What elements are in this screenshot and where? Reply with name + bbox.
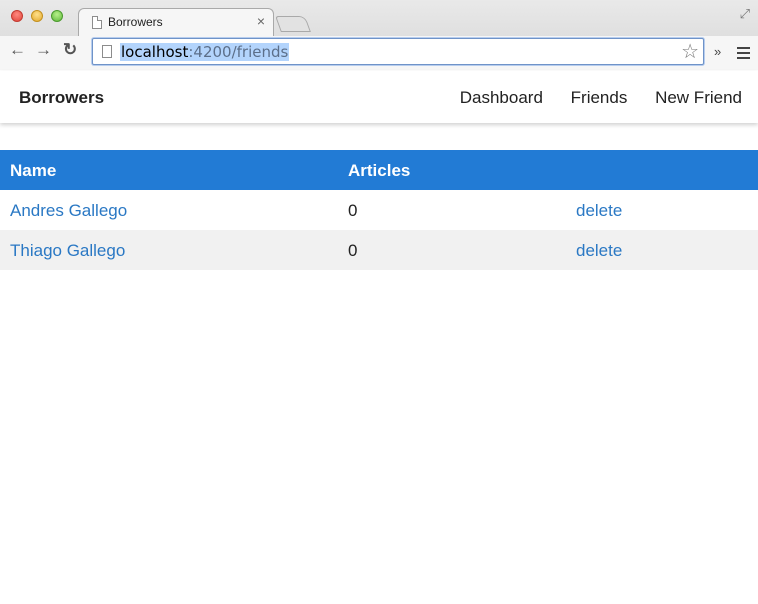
delete-link[interactable]: delete (576, 241, 622, 261)
bookmark-star-icon[interactable]: ☆ (681, 39, 699, 64)
tab-title: Borrowers (108, 15, 163, 29)
url-host: localhost (121, 43, 189, 61)
articles-count: 0 (348, 201, 358, 220)
close-window-button[interactable] (11, 10, 23, 22)
maximize-window-button[interactable] (51, 10, 63, 22)
nav-link-dashboard[interactable]: Dashboard (460, 88, 543, 107)
friends-table: Name Articles Andres Gallego 0 delete Th… (0, 150, 758, 270)
extensions-overflow-icon[interactable]: » (714, 44, 721, 59)
address-bar[interactable]: localhost:4200/friends ☆ (92, 38, 704, 65)
browser-menu-icon[interactable] (737, 47, 750, 62)
page-icon (92, 16, 102, 29)
delete-link[interactable]: delete (576, 201, 622, 221)
table-header-row: Name Articles (0, 150, 758, 190)
forward-arrow-icon[interactable]: → (35, 40, 52, 60)
browser-toolbar: ← → ↻ localhost:4200/friends ☆ » (0, 36, 758, 70)
url-text[interactable]: localhost:4200/friends (120, 43, 290, 61)
browser-tab-active[interactable]: Borrowers × (78, 8, 274, 36)
new-tab-button[interactable] (275, 16, 311, 32)
app-header: Borrowers Dashboard Friends New Friend (0, 71, 758, 123)
browser-window-chrome: Borrowers × ⤢ ← → ↻ localhost:4200/frien… (0, 0, 758, 70)
friend-name-link[interactable]: Thiago Gallego (10, 241, 125, 261)
app-page: Borrowers Dashboard Friends New Friend N… (0, 71, 758, 604)
tab-close-icon[interactable]: × (257, 13, 265, 29)
nav-link-new-friend[interactable]: New Friend (655, 88, 742, 107)
url-path: :4200/friends (188, 43, 289, 61)
nav-link-friends[interactable]: Friends (571, 88, 628, 107)
brand-title[interactable]: Borrowers (19, 88, 104, 108)
fullscreen-icon[interactable]: ⤢ (740, 6, 750, 22)
reload-icon[interactable]: ↻ (63, 40, 77, 60)
page-icon (102, 45, 112, 58)
main-nav: Dashboard Friends New Friend (437, 88, 742, 108)
articles-count: 0 (348, 241, 358, 260)
tab-strip: Borrowers × ⤢ (0, 0, 758, 36)
minimize-window-button[interactable] (31, 10, 43, 22)
column-header-articles: Articles (348, 161, 411, 180)
table-row: Thiago Gallego 0 delete (0, 230, 758, 270)
table-row: Andres Gallego 0 delete (0, 190, 758, 230)
friend-name-link[interactable]: Andres Gallego (10, 201, 127, 221)
column-header-name: Name (10, 161, 57, 180)
back-arrow-icon[interactable]: ← (9, 40, 26, 60)
